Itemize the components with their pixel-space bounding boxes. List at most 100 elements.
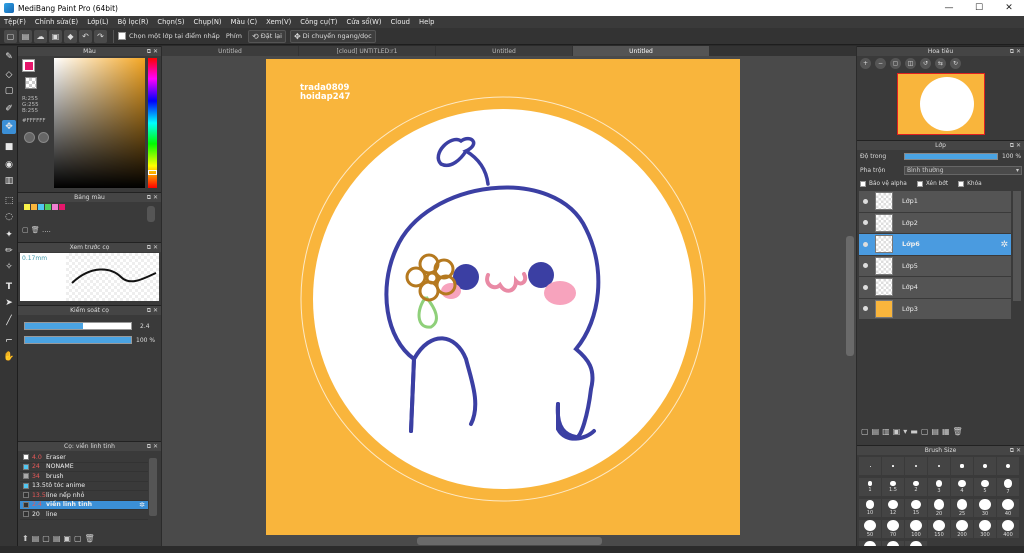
cloud-icon[interactable]: ☁ — [34, 29, 47, 43]
merge-layer-icon[interactable]: ▤ — [931, 427, 942, 436]
panel-window-icons[interactable]: ⧉ ✕ — [147, 48, 158, 56]
brush-item[interactable]: 34 brush — [20, 472, 148, 482]
brush-cloud-icon[interactable]: ▢ — [74, 534, 85, 543]
layer-opacity-slider[interactable] — [904, 153, 998, 160]
delete-color-icon[interactable]: 🗑 — [31, 226, 40, 234]
brush-tool-icon[interactable]: ✎ — [2, 50, 16, 64]
doc-tab[interactable]: [cloud] UNTITLED:r1 — [299, 46, 435, 56]
visibility-icon[interactable] — [863, 220, 868, 226]
brush-size-cell[interactable]: 40 — [997, 499, 1019, 517]
brush-size-cell[interactable]: 50 — [859, 520, 881, 538]
hue-slider-knob[interactable] — [148, 170, 157, 175]
color-set-icon[interactable] — [38, 132, 49, 143]
brush-size-cell[interactable]: 1.5 — [882, 478, 904, 496]
panel-window-icons[interactable]: ⧉ ✕ — [147, 307, 158, 315]
gradient-tool-icon[interactable]: ▥ — [2, 174, 16, 188]
copy-brush-icon[interactable]: ▢ — [42, 534, 53, 543]
brush-size-cell[interactable]: 100 — [905, 520, 927, 538]
drawing-canvas[interactable]: trada0809 hoidap247 — [266, 59, 740, 535]
menu-tools[interactable]: Công cụ(T) — [300, 18, 337, 26]
layer-settings-icon[interactable]: ▦ — [942, 427, 953, 436]
brush-item[interactable]: 4.0 Eraser — [20, 453, 148, 463]
brush-size-cell[interactable]: 15 — [905, 499, 927, 517]
brush-size-cell[interactable]: 3 — [928, 478, 950, 496]
dot-tool-icon[interactable]: ▢ — [2, 84, 16, 98]
brush-size-cell[interactable] — [882, 457, 904, 475]
menu-help[interactable]: Help — [419, 18, 435, 26]
navigator-thumbnail[interactable] — [897, 73, 985, 135]
brush-menu-icon[interactable]: ▤ — [32, 534, 43, 543]
eyedropper-icon[interactable]: ⌐ — [2, 334, 16, 348]
protect-alpha-checkbox[interactable]: Bảo vệ alpha — [860, 181, 907, 187]
brush-size-cell[interactable]: 300 — [974, 520, 996, 538]
choose-layer-checkbox[interactable] — [118, 32, 126, 40]
layer-scrollbar[interactable] — [1013, 191, 1021, 301]
brush-item-selected[interactable]: 2.4 viền linh tinh ✲ — [20, 500, 148, 510]
eraser-tool-icon[interactable]: ◇ — [2, 68, 16, 82]
palette-scrollbar[interactable] — [147, 206, 155, 222]
doc-tab-active[interactable]: Untitled — [573, 46, 709, 56]
close-button[interactable]: ✕ — [994, 0, 1024, 16]
save-icon[interactable]: ▣ — [49, 29, 62, 43]
fill-tool-icon[interactable]: ◉ — [2, 158, 16, 172]
doc-tab[interactable]: Untitled — [162, 46, 298, 56]
select-eraser-icon[interactable]: ✧ — [2, 260, 16, 274]
brush-size-cell[interactable] — [974, 457, 996, 475]
panel-window-icons[interactable]: ⧉ ✕ — [1010, 447, 1021, 455]
brush-file-icon[interactable]: ▤ — [53, 534, 64, 543]
brush-size-slider[interactable] — [24, 322, 132, 330]
layer-item[interactable]: Lớp2 — [859, 212, 1011, 234]
delete-layer-icon[interactable]: 🗑 — [953, 427, 966, 436]
clipping-checkbox[interactable]: Xén bớt — [916, 181, 948, 187]
brush-settings-icon[interactable]: ✲ — [139, 501, 145, 509]
palette-more[interactable]: .... — [42, 226, 51, 234]
visibility-icon[interactable] — [863, 198, 868, 204]
brush-size-cell[interactable] — [905, 457, 927, 475]
add-color-icon[interactable]: ▢ — [22, 226, 29, 234]
blur-tool-icon[interactable]: ✐ — [2, 102, 16, 116]
open-file-icon[interactable]: ▤ — [19, 29, 32, 43]
select-tool-icon[interactable]: ⬚ — [2, 194, 16, 208]
menu-view[interactable]: Xem(V) — [266, 18, 291, 26]
reset-button[interactable]: ⟲ Đặt lại — [248, 29, 286, 43]
text-tool-icon[interactable]: T — [2, 280, 16, 294]
delete-brush-icon[interactable]: 🗑 — [85, 534, 98, 543]
layer-item[interactable]: Lớp5 — [859, 255, 1011, 277]
saturation-value-picker[interactable] — [54, 58, 145, 188]
divide-tool-icon[interactable]: ╱ — [2, 314, 16, 328]
palette-swatch[interactable] — [38, 204, 44, 210]
palette-swatch[interactable] — [52, 204, 58, 210]
zoom-in-icon[interactable]: + — [860, 58, 871, 69]
new-file-icon[interactable]: ▢ — [4, 29, 17, 43]
background-color-swatch[interactable] — [25, 77, 37, 89]
move-button[interactable]: ✥ Di chuyển ngang/dọc — [289, 29, 376, 43]
move-tool-icon[interactable]: ✥ — [2, 120, 16, 134]
undo-icon[interactable]: ↶ — [79, 29, 92, 43]
lock-checkbox[interactable]: Khóa — [958, 181, 982, 187]
gear-icon[interactable]: ✲ — [1000, 240, 1008, 250]
palette-swatch[interactable] — [31, 204, 37, 210]
brush-size-cell[interactable]: 20 — [928, 499, 950, 517]
magic-wand-icon[interactable]: ✦ — [2, 228, 16, 242]
menu-color[interactable]: Màu (C) — [231, 18, 258, 26]
brush-size-cell[interactable]: 12 — [882, 499, 904, 517]
palette-swatch[interactable] — [45, 204, 51, 210]
brush-size-cell[interactable]: 30 — [974, 499, 996, 517]
menu-filter[interactable]: Bộ lọc(R) — [118, 18, 149, 26]
menu-edit[interactable]: Chỉnh sửa(E) — [35, 18, 78, 26]
brush-size-cell[interactable] — [951, 457, 973, 475]
menu-snap[interactable]: Chụp(N) — [194, 18, 222, 26]
panel-window-icons[interactable]: ⧉ ✕ — [1010, 48, 1021, 56]
visibility-icon[interactable] — [863, 241, 868, 247]
maximize-button[interactable]: ☐ — [964, 0, 994, 16]
brush-size-cell[interactable] — [997, 457, 1019, 475]
brush-item[interactable]: 13.5 tô tóc anime — [20, 481, 148, 491]
minimize-button[interactable]: — — [934, 0, 964, 16]
brush-item[interactable]: 24 NONAME — [20, 462, 148, 472]
brush-size-cell[interactable]: 400 — [997, 520, 1019, 538]
brush-size-cell[interactable] — [859, 457, 881, 475]
duplicate-layer-icon[interactable]: ▢ — [921, 427, 932, 436]
operation-tool-icon[interactable]: ➤ — [2, 296, 16, 310]
brush-size-cell[interactable]: 70 — [882, 520, 904, 538]
foreground-color-swatch[interactable] — [22, 59, 35, 72]
